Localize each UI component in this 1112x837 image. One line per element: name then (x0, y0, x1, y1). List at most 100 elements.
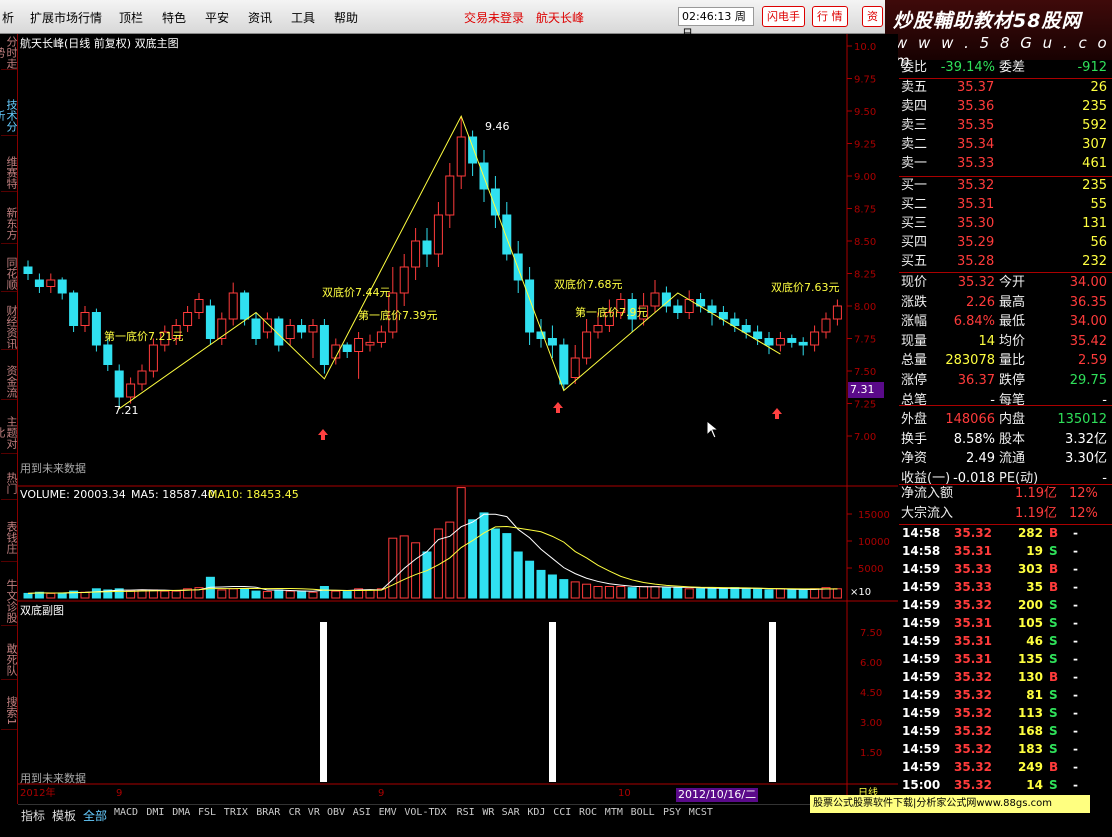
trade-login-status[interactable]: 交易未登录 (464, 9, 524, 26)
volume-bar (775, 588, 785, 599)
left-tab-9[interactable]: 表钱庄 (1, 514, 18, 562)
tick-dash: - (1073, 616, 1078, 630)
indicator-tab-[interactable]: 全部 (83, 807, 107, 824)
stat-value: 35.32 (957, 275, 995, 290)
left-tab-12[interactable]: 搜索1 (1, 692, 18, 730)
annotation-first-bottom-2: 第一底价7.39元 (358, 308, 438, 322)
left-tab-10[interactable]: 牛文诊股 (1, 576, 18, 626)
chart-area[interactable]: 10.0 9.75 9.50 9.25 9.00 8.75 8.50 8.25 8.00 7.75… (18, 34, 898, 804)
stat-label: 换手 (901, 431, 928, 447)
info-button[interactable]: 资 (862, 6, 883, 27)
stat-row: 涨跌 2.26 最高 36.35 (899, 293, 1112, 313)
buy-level-row: 买一 35.32 235 (899, 176, 1112, 196)
tick-direction: S (1049, 652, 1058, 666)
menu-item-help[interactable]: 帮助 (334, 9, 358, 26)
left-tab-0[interactable]: 分时走势 (0, 36, 18, 70)
left-tab-8[interactable]: 热门 (1, 466, 18, 500)
indicator-tab-mtm[interactable]: MTM (605, 807, 623, 818)
quote-button[interactable]: 行 情 (812, 6, 848, 27)
indicator-tab-dmi[interactable]: DMI (146, 807, 164, 818)
left-tab-2[interactable]: 维赛特 (1, 154, 18, 192)
tick-direction: B (1049, 670, 1059, 684)
tick-direction: S (1049, 742, 1058, 756)
volume-bar (547, 574, 557, 599)
indicator-tab-sar[interactable]: SAR (502, 807, 520, 818)
flash-trade-button[interactable]: 闪电手 (762, 6, 805, 27)
ad-banner[interactable]: 股票公式股票软件下载|分析家公式网www.88gs.com (810, 795, 1090, 813)
volume-bar (274, 589, 284, 599)
price-tick-label: 9.25 (854, 140, 876, 151)
menu-item-features[interactable]: 特色 (162, 9, 186, 26)
tick-price: 35.32 (954, 760, 992, 774)
indicator-tab-macd[interactable]: MACD (114, 807, 138, 818)
indicator-tab-psy[interactable]: PSY (663, 807, 681, 818)
stat-value-2: 35.42 (1069, 333, 1107, 349)
left-tab-11[interactable]: 敢死队 (1, 640, 18, 680)
weicha-value: -912 (1077, 60, 1107, 75)
indicator-tab-cr[interactable]: CR (289, 807, 301, 818)
sell-volume: 461 (1082, 156, 1107, 171)
volume-bar (342, 591, 352, 599)
trade-tick-row: 14:59 35.32 168 S - (899, 722, 1112, 740)
buy-volume: 131 (1082, 216, 1107, 231)
flow-label: 大宗流入 (901, 506, 954, 521)
indicator-tab-vr[interactable]: VR (308, 807, 320, 818)
volume-bar (262, 591, 272, 599)
left-tab-7[interactable]: 主题对比 (0, 412, 18, 454)
indicator-tab-[interactable]: 指标 (21, 807, 45, 824)
volume-bar (399, 535, 409, 599)
price-tick-label: 8.75 (854, 205, 876, 216)
tick-volume: 168 (1017, 724, 1043, 738)
indicator-tab-rsi[interactable]: RSI (457, 807, 475, 818)
menu-item-news[interactable]: 资讯 (248, 9, 272, 26)
stat-label: 涨停 (901, 373, 928, 388)
tick-price: 35.31 (954, 634, 992, 648)
indicator-tab-emv[interactable]: EMV (379, 807, 397, 818)
candle-body (251, 318, 261, 339)
menu-item-pingan[interactable]: 平安 (205, 9, 229, 26)
menu-item-tools[interactable]: 工具 (291, 9, 315, 26)
left-tab-4[interactable]: 同花顺 (1, 256, 18, 292)
stat-value-2: - (1102, 392, 1107, 408)
indicator-tab-boll[interactable]: BOLL (631, 807, 655, 818)
menu-item-analysis[interactable]: 析 (2, 9, 14, 26)
tick-direction: B (1049, 580, 1059, 594)
left-tab-6[interactable]: 资金流 (1, 364, 18, 400)
volume-bar (753, 588, 763, 599)
left-tab-1[interactable]: 技术分析 (0, 96, 18, 136)
left-tab-5[interactable]: 财经资讯 (1, 304, 18, 350)
menu-item-extended-market[interactable]: 扩展市场行情 (30, 9, 102, 26)
trade-tick-row: 15:00 35.32 14 S - (899, 776, 1112, 794)
indicator-tab-obv[interactable]: OBV (327, 807, 345, 818)
indicator-tab-trix[interactable]: TRIX (224, 807, 248, 818)
indicator-tab-mcst[interactable]: MCST (689, 807, 713, 818)
indicator-tab-roc[interactable]: ROC (579, 807, 597, 818)
candle-body (285, 325, 295, 339)
tick-time: 14:59 (902, 580, 941, 594)
stat-row: 总笔 - 每笔 - (899, 391, 1112, 411)
candle-body (34, 279, 44, 287)
tick-time: 14:59 (902, 634, 941, 648)
volume-bar (718, 588, 728, 599)
indicator-tab-wr[interactable]: WR (482, 807, 494, 818)
sell-price: 35.36 (957, 99, 995, 114)
buy-price: 35.32 (957, 178, 995, 193)
indicator-tab-dma[interactable]: DMA (172, 807, 190, 818)
buy-level-label: 买四 (901, 235, 928, 250)
indicator-tab-brar[interactable]: BRAR (256, 807, 280, 818)
indicator-tab-cci[interactable]: CCI (553, 807, 571, 818)
indicator-tab-kdj[interactable]: KDJ (527, 807, 545, 818)
tick-time: 14:59 (902, 670, 941, 684)
indicator-tab-voltdx[interactable]: VOL-TDX (404, 807, 446, 818)
volume-bar (593, 586, 603, 599)
brand-title: 炒股輔助教材58股网 (893, 10, 1082, 32)
sell-volume: 307 (1082, 137, 1107, 152)
menu-item-topbar[interactable]: 顶栏 (119, 9, 143, 26)
left-tab-3[interactable]: 新东方 (1, 204, 18, 244)
tick-price: 35.32 (954, 526, 992, 540)
indicator-tab-asi[interactable]: ASI (353, 807, 371, 818)
stat-row: 现量 14 均价 35.42 (899, 332, 1112, 352)
indicator-tab-fsl[interactable]: FSL (198, 807, 216, 818)
indicator-tab-[interactable]: 模板 (52, 807, 76, 824)
stat-label-2: 今开 (999, 275, 1026, 290)
